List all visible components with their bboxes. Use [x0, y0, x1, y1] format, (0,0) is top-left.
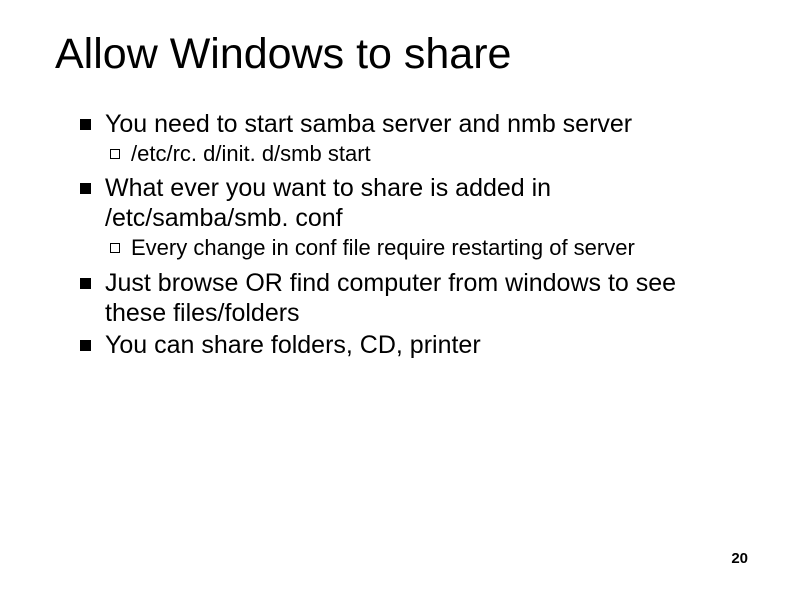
sub-bullet-item: Every change in conf file require restar…	[80, 235, 739, 261]
square-bullet-icon	[80, 278, 91, 289]
slide-title: Allow Windows to share	[55, 30, 739, 79]
hollow-square-bullet-icon	[110, 243, 120, 253]
square-bullet-icon	[80, 183, 91, 194]
square-bullet-icon	[80, 119, 91, 130]
slide-content: You need to start samba server and nmb s…	[55, 109, 739, 360]
bullet-item: You can share folders, CD, printer	[80, 330, 739, 360]
sub-bullet-item: /etc/rc. d/init. d/smb start	[80, 141, 739, 167]
bullet-item: You need to start samba server and nmb s…	[80, 109, 739, 139]
bullet-text: What ever you want to share is added in …	[105, 173, 739, 233]
bullet-text: You can share folders, CD, printer	[105, 330, 481, 360]
bullet-text: You need to start samba server and nmb s…	[105, 109, 632, 139]
sub-bullet-text: Every change in conf file require restar…	[131, 235, 635, 261]
sub-bullet-text: /etc/rc. d/init. d/smb start	[131, 141, 371, 167]
square-bullet-icon	[80, 340, 91, 351]
page-number: 20	[731, 550, 748, 567]
hollow-square-bullet-icon	[110, 149, 120, 159]
bullet-item: What ever you want to share is added in …	[80, 173, 739, 233]
bullet-text: Just browse OR find computer from window…	[105, 268, 739, 328]
bullet-item: Just browse OR find computer from window…	[80, 268, 739, 328]
